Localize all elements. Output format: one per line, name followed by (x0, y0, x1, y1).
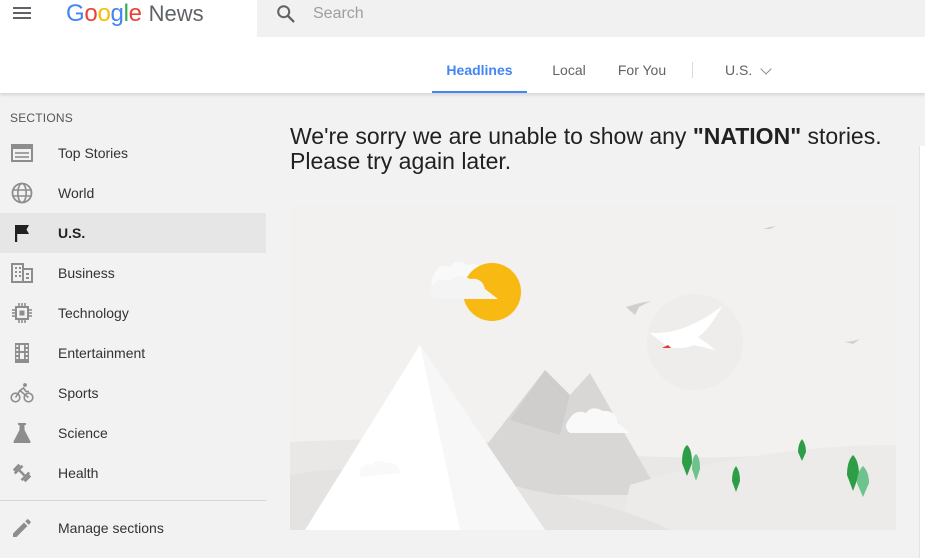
sections-nav: Top Stories World U.S. Business Technolo… (0, 133, 266, 493)
error-message: We're sorry we are unable to show any "N… (290, 124, 910, 174)
sidebar-item-label: World (58, 185, 95, 201)
sidebar-item-label: Technology (58, 305, 129, 321)
manage-sections-label: Manage sections (58, 520, 164, 536)
sidebar-item-top-stories[interactable]: Top Stories (0, 133, 266, 173)
globe-icon (11, 182, 33, 204)
sidebar-item-health[interactable]: Health (0, 453, 266, 493)
news-tabs: Headlines Local For You U.S. (432, 49, 772, 93)
tab-divider (692, 62, 693, 78)
right-panel-edge (919, 146, 925, 558)
google-news-logo[interactable]: Google News (66, 0, 204, 30)
sections-sidebar: SECTIONS Top Stories World U.S. Business… (0, 93, 266, 558)
pencil-icon (13, 519, 31, 537)
sections-heading: SECTIONS (10, 111, 73, 125)
sidebar-item-science[interactable]: Science (0, 413, 266, 453)
sidebar-item-label: Science (58, 425, 108, 441)
edition-select[interactable]: U.S. (725, 49, 772, 93)
sidebar-item-entertainment[interactable]: Entertainment (0, 333, 266, 373)
tab-for-you[interactable]: For You (614, 49, 670, 93)
sidebar-item-label: Health (58, 465, 99, 481)
film-icon (15, 343, 29, 363)
sidebar-item-label: Sports (58, 385, 99, 401)
sidebar-item-sports[interactable]: Sports (0, 373, 266, 413)
sidebar-item-label: Top Stories (58, 145, 129, 161)
chevron-down-icon (760, 63, 772, 75)
sidebar-item-label: Business (58, 265, 115, 281)
search-icon[interactable] (275, 3, 297, 25)
sidebar-divider (0, 500, 266, 501)
sidebar-item-technology[interactable]: Technology (0, 293, 266, 333)
manage-sections-button[interactable]: Manage sections (0, 508, 266, 548)
sidebar-item-us[interactable]: U.S. (0, 213, 266, 253)
sidebar-item-label: Entertainment (58, 345, 146, 361)
tab-headlines[interactable]: Headlines (432, 49, 527, 93)
error-quote-open: " (692, 123, 704, 149)
sidebar-item-world[interactable]: World (0, 173, 266, 213)
sidebar-item-label: U.S. (58, 225, 86, 241)
top-app-bar: Google News Headlines Local For You U.S. (0, 0, 925, 93)
sidebar-item-business[interactable]: Business (0, 253, 266, 293)
flask-icon (13, 423, 31, 443)
flag-icon (15, 225, 29, 242)
logo-news: News (148, 1, 204, 26)
empty-state-illustration (290, 205, 896, 530)
edition-label: U.S. (725, 62, 753, 78)
dumbbell-icon (12, 463, 32, 483)
logo-google: Google (66, 0, 142, 27)
menu-icon[interactable] (10, 4, 34, 24)
tab-local[interactable]: Local (544, 49, 594, 93)
error-quote-close: " (790, 123, 802, 149)
search-bar[interactable] (257, 0, 925, 37)
top-stories-icon (11, 144, 33, 162)
bike-icon (10, 383, 34, 403)
chip-icon (12, 303, 32, 323)
search-input[interactable] (313, 2, 873, 26)
business-icon (11, 263, 33, 283)
error-message-text: We're sorry we are unable to show any (290, 123, 693, 149)
error-keyword: NATION (703, 123, 791, 149)
